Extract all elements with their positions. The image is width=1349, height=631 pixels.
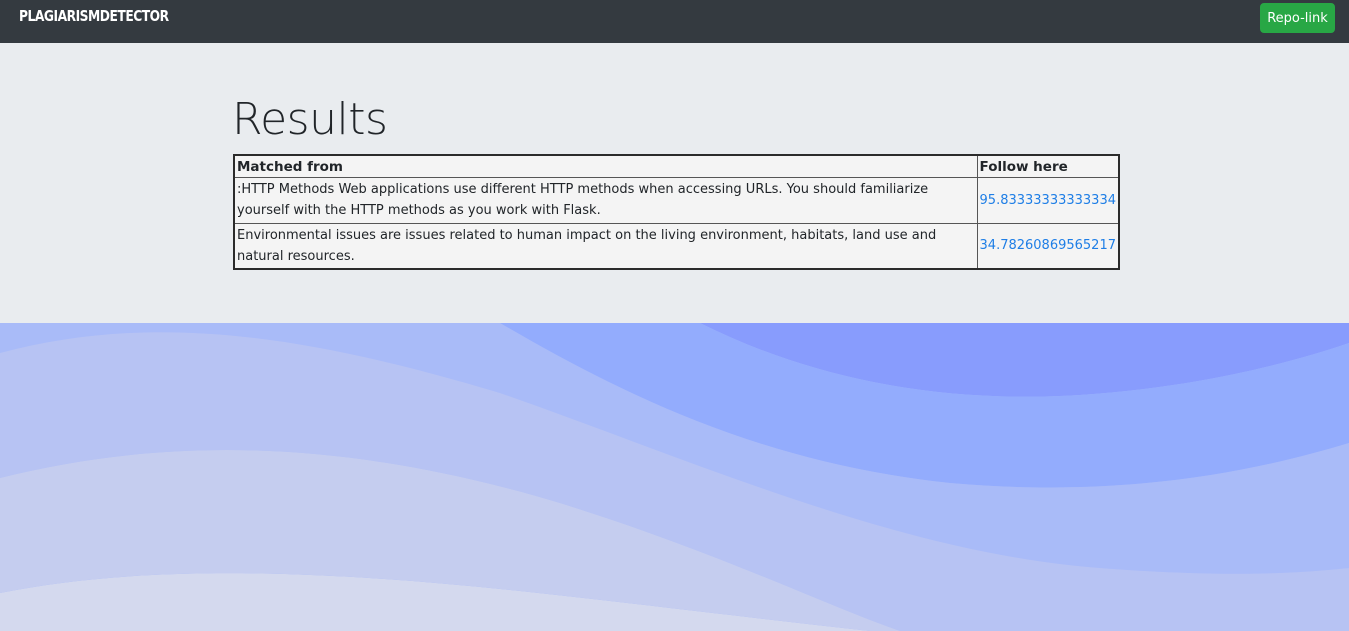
score-link[interactable]: 34.78260869565217: [980, 238, 1116, 253]
results-jumbotron: Results Matched from Follow here :HTTP M…: [0, 43, 1349, 323]
score-cell: 95.83333333333334: [976, 176, 1120, 224]
matched-text-cell: :HTTP Methods Web applications use diffe…: [233, 176, 978, 224]
table-header-row: Matched from Follow here: [233, 154, 1120, 178]
score-link[interactable]: 95.83333333333334: [980, 193, 1116, 208]
score-cell: 34.78260869565217: [976, 222, 1120, 270]
table-row: :HTTP Methods Web applications use diffe…: [233, 176, 1120, 224]
header-follow-here: Follow here: [976, 154, 1120, 178]
matched-text-cell: Environmental issues are issues related …: [233, 222, 978, 270]
repo-link-button[interactable]: Repo-link: [1260, 3, 1335, 33]
results-table: Matched from Follow here :HTTP Methods W…: [233, 154, 1120, 270]
table-row: Environmental issues are issues related …: [233, 222, 1120, 270]
top-navbar: PLAGIARISMDETECTOR Repo-link: [0, 0, 1349, 43]
wave-background: [0, 323, 1349, 631]
brand-logo[interactable]: PLAGIARISMDETECTOR: [19, 7, 169, 25]
header-matched-from: Matched from: [233, 154, 978, 178]
page-title: Results: [232, 94, 388, 145]
